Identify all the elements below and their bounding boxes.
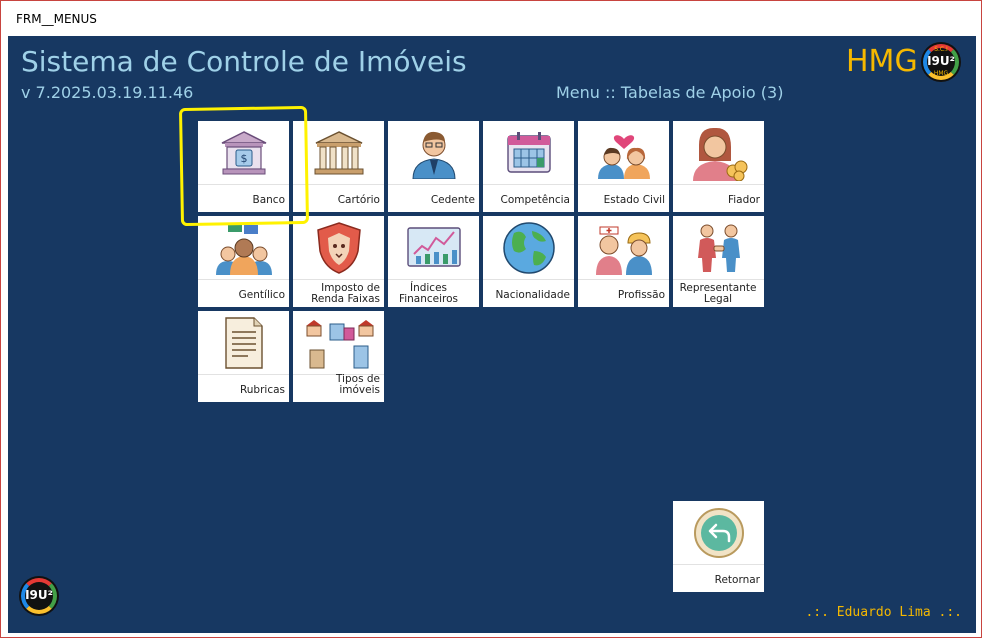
tile-label: Estado Civil xyxy=(603,194,665,206)
chart-board-icon xyxy=(388,216,479,279)
tile-label: Fiador xyxy=(727,194,760,206)
businessman-icon xyxy=(388,121,479,184)
bank-icon: $ xyxy=(198,121,289,184)
woman-coins-icon xyxy=(673,121,764,184)
tile-gentilico[interactable]: Gentílico xyxy=(198,216,289,307)
tile-label: Nacionalidade xyxy=(495,289,570,301)
window-title: FRM__MENUS xyxy=(16,12,97,26)
app-title: Sistema de Controle de Imóveis xyxy=(21,45,467,78)
tile-label: Gentílico xyxy=(238,289,285,301)
handshake-icon xyxy=(673,216,764,279)
tile-label: Imposto de Renda Faixas xyxy=(311,282,380,305)
tile-label: Profissão xyxy=(617,289,665,301)
version-label: v 7.2025.03.19.11.46 xyxy=(21,83,194,102)
title-bar: FRM__MENUS xyxy=(1,1,981,35)
tile-tipos-de-imoveis[interactable]: Tipos de imóveis xyxy=(293,311,384,402)
tile-cartorio[interactable]: Cartório xyxy=(293,121,384,212)
tile-label: Competência xyxy=(500,194,570,206)
buildings-icon xyxy=(293,311,384,374)
people-flags-icon xyxy=(198,216,289,279)
professionals-icon xyxy=(578,216,669,279)
footer-logo-icon: I9U² xyxy=(19,576,59,616)
tile-label: Banco xyxy=(252,194,286,206)
return-label: Retornar xyxy=(714,574,760,586)
tile-rubricas[interactable]: Rubricas xyxy=(198,311,289,402)
user-label: .:. Eduardo Lima .:. xyxy=(805,605,962,620)
lion-shield-icon xyxy=(293,216,384,279)
tile-estado-civil[interactable]: Estado Civil xyxy=(578,121,669,212)
menu-title: Menu :: Tabelas de Apoio (3) xyxy=(556,83,784,102)
tile-nacionalidade[interactable]: Nacionalidade xyxy=(483,216,574,307)
logo-icon: S.C.I I9U² HMG xyxy=(921,42,961,82)
svg-text:$: $ xyxy=(240,152,247,165)
app-window: FRM__MENUS Sistema de Controle de Imóvei… xyxy=(0,0,982,638)
return-button[interactable]: Retornar xyxy=(673,501,764,592)
tile-imposto-de-renda[interactable]: Imposto de Renda Faixas xyxy=(293,216,384,307)
tile-label: Cedente xyxy=(430,194,475,206)
tile-indices-financeiros[interactable]: Índices Financeiros xyxy=(388,216,479,307)
calendar-icon xyxy=(483,121,574,184)
tile-label: Rubricas xyxy=(239,384,285,396)
brand-label: HMG xyxy=(846,44,918,79)
globe-icon xyxy=(483,216,574,279)
tile-fiador[interactable]: Fiador xyxy=(673,121,764,212)
return-arrow-icon xyxy=(673,501,764,564)
tile-label: Cartório xyxy=(337,194,380,206)
tile-label: Representante Legal xyxy=(679,282,757,305)
tile-label: Tipos de imóveis xyxy=(335,373,380,396)
courthouse-icon xyxy=(293,121,384,184)
tile-profissao[interactable]: Profissão xyxy=(578,216,669,307)
tile-representante-legal[interactable]: Representante Legal xyxy=(673,216,764,307)
tile-cedente[interactable]: Cedente xyxy=(388,121,479,212)
couple-heart-icon xyxy=(578,121,669,184)
tile-competencia[interactable]: Competência xyxy=(483,121,574,212)
document-icon xyxy=(198,311,289,374)
main-panel: Sistema de Controle de Imóveis v 7.2025.… xyxy=(8,36,976,633)
tile-banco[interactable]: $ Banco xyxy=(198,121,289,212)
tile-label: Índices Financeiros xyxy=(398,282,459,305)
